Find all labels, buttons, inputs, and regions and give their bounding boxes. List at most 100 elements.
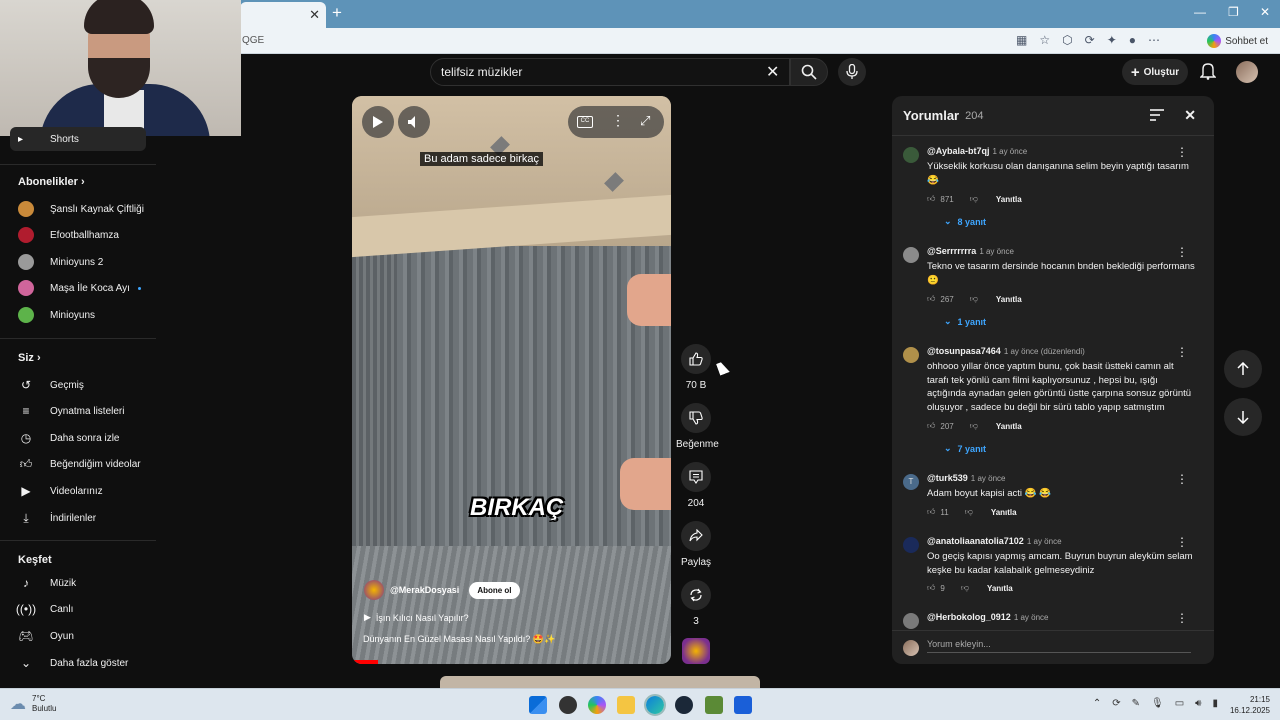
create-button[interactable]: + Oluştur: [1122, 59, 1188, 85]
comment-more-icon[interactable]: ⋮: [1176, 535, 1188, 549]
start-icon[interactable]: [529, 696, 547, 714]
next-video-button[interactable]: [1224, 398, 1262, 436]
channel-name[interactable]: @MerakDosyasi: [390, 585, 459, 595]
extension-icon[interactable]: ⬡: [1062, 33, 1072, 47]
comment-author[interactable]: @Serrrrrrra 1 ay önce: [927, 246, 1014, 256]
file-explorer-icon[interactable]: [617, 696, 635, 714]
battery-icon[interactable]: ▮: [1212, 698, 1218, 709]
comment-author[interactable]: @anatoliaanatolia7102 1 ay önce: [927, 536, 1062, 546]
sidebar-item-subscription[interactable]: Efootballhamza: [10, 222, 150, 248]
close-icon[interactable]: ✕: [1184, 107, 1196, 124]
reply-button[interactable]: Yanıtla: [996, 422, 1022, 431]
close-window-button[interactable]: ✕: [1260, 5, 1270, 19]
copilot-chat-button[interactable]: Sohbet et: [1201, 32, 1274, 50]
chevron-up-icon[interactable]: ⌃: [1093, 698, 1101, 709]
microphone-icon[interactable]: 🎙︎: [1151, 698, 1164, 709]
previous-video-button[interactable]: [1224, 350, 1262, 388]
weather-widget[interactable]: ☁ 7°C Bulutlu: [10, 694, 56, 714]
volume-icon[interactable]: 🔊︎: [1195, 698, 1201, 709]
search-button[interactable]: [790, 58, 828, 86]
add-comment-input[interactable]: Yorum ekleyin...: [927, 639, 1191, 653]
sidebar-item-playlists[interactable]: ≡ Oynatma listeleri: [10, 398, 150, 424]
sidebar-item-liked-videos[interactable]: 👍︎ Beğendiğim videolar: [10, 451, 150, 477]
remix-button[interactable]: 3: [676, 580, 716, 627]
commenter-avatar[interactable]: T: [903, 474, 919, 490]
address-bar[interactable]: QGE ▦ ☆ ⬡ ⟳ ✦ ● ⋯ Sohbet et: [240, 28, 1280, 54]
commenter-avatar[interactable]: [903, 147, 919, 163]
thumbs-down-icon[interactable]: 👎︎: [970, 421, 978, 431]
sound-link[interactable]: ▶ İşın Kılıcı Nasıl Yapılır?: [364, 612, 469, 623]
sidebar-item-shorts[interactable]: ▸ Shorts: [10, 127, 146, 151]
captions-icon[interactable]: CC: [577, 116, 593, 128]
comment-author[interactable]: @Aybala-bt7qj 1 ay önce: [927, 146, 1027, 156]
sync-icon[interactable]: ⟳: [1112, 698, 1120, 709]
thumbs-down-icon[interactable]: 👎︎: [970, 194, 978, 204]
app-icon[interactable]: [734, 696, 752, 714]
play-button[interactable]: [362, 106, 394, 138]
new-tab-button[interactable]: +: [332, 4, 342, 22]
video-progress-bar[interactable]: [352, 660, 378, 664]
view-replies-button[interactable]: ⌄ 1 yanıt: [944, 316, 986, 327]
mute-button[interactable]: [398, 106, 430, 138]
commenter-avatar[interactable]: [903, 347, 919, 363]
sidebar-item-music[interactable]: ♪ Müzik: [10, 570, 150, 596]
thumbs-down-icon[interactable]: 👎︎: [970, 294, 978, 304]
profile-icon[interactable]: ●: [1129, 33, 1136, 47]
comment-author[interactable]: @Herbokolog_0912 1 ay önce: [927, 612, 1049, 622]
share-button[interactable]: Paylaş: [676, 521, 716, 568]
thumbs-up-icon[interactable]: 👍︎: [927, 421, 935, 431]
thumbs-down-icon[interactable]: 👎︎: [965, 507, 973, 517]
steam-icon[interactable]: [675, 696, 693, 714]
comment-more-icon[interactable]: ⋮: [1176, 472, 1188, 486]
view-replies-button[interactable]: ⌄ 8 yanıt: [944, 216, 986, 227]
fullscreen-icon[interactable]: ⤢: [640, 113, 650, 129]
display-icon[interactable]: ▭: [1175, 698, 1184, 709]
collections-icon[interactable]: ✦: [1107, 33, 1117, 47]
notifications-button[interactable]: [1199, 62, 1217, 85]
sort-icon[interactable]: [1150, 109, 1164, 121]
address-text[interactable]: QGE: [242, 35, 264, 46]
view-replies-button[interactable]: ⌄ 7 yanıt: [944, 443, 986, 454]
subscribe-button[interactable]: Abone ol: [469, 581, 520, 599]
tab-close-icon[interactable]: ✕: [309, 7, 320, 23]
sidebar-item-live[interactable]: ((•)) Canlı: [10, 596, 150, 622]
sidebar-item-show-more[interactable]: ⌄ Daha fazla göster: [10, 650, 150, 676]
thumbs-up-icon[interactable]: 👍︎: [927, 583, 935, 593]
favorite-star-icon[interactable]: ☆: [1039, 33, 1050, 47]
commenter-avatar[interactable]: [903, 613, 919, 629]
search-app-icon[interactable]: [559, 696, 577, 714]
voice-search-button[interactable]: [838, 58, 866, 86]
reply-button[interactable]: Yanıtla: [996, 195, 1022, 204]
commenter-avatar[interactable]: [903, 247, 919, 263]
reply-button[interactable]: Yanıtla: [987, 584, 1013, 593]
comments-button[interactable]: 204: [676, 462, 716, 509]
sidebar-item-history[interactable]: ↺ Geçmiş: [10, 372, 150, 398]
reply-button[interactable]: Yanıtla: [996, 295, 1022, 304]
commenter-avatar[interactable]: [903, 537, 919, 553]
sidebar-item-subscription[interactable]: Şanslı Kaynak Çiftliği: [10, 196, 150, 222]
comment-more-icon[interactable]: ⋮: [1176, 611, 1188, 625]
more-options-icon[interactable]: ⋮: [611, 112, 625, 129]
copilot-taskbar-icon[interactable]: [588, 696, 606, 714]
thumbs-up-icon[interactable]: 👍︎: [927, 294, 935, 304]
like-button[interactable]: 70 B: [676, 344, 716, 391]
video-title[interactable]: Dünyanın En Güzel Masası Nasıl Yapıldı? …: [363, 634, 555, 645]
subscriptions-heading[interactable]: Abonelikler ›: [18, 176, 85, 188]
sound-avatar[interactable]: [682, 638, 710, 664]
comment-more-icon[interactable]: ⋮: [1176, 245, 1188, 259]
clock[interactable]: 21:15 16.12.2025: [1230, 694, 1270, 716]
dislike-button[interactable]: Beğenme: [676, 403, 719, 450]
search-input[interactable]: telifsiz müzikler: [430, 58, 790, 86]
comment-more-icon[interactable]: ⋮: [1176, 145, 1188, 159]
minimize-button[interactable]: —: [1194, 5, 1206, 19]
sidebar-item-watch-later[interactable]: ◷ Daha sonra izle: [10, 425, 150, 451]
reply-button[interactable]: Yanıtla: [991, 508, 1017, 517]
pen-icon[interactable]: ✎: [1132, 698, 1140, 709]
clear-search-icon[interactable]: ✕: [766, 62, 779, 82]
sidebar-item-subscription[interactable]: Maşa İle Koca Ayı: [10, 275, 150, 301]
thumbs-down-icon[interactable]: 👎︎: [961, 583, 969, 593]
shorts-video-player[interactable]: CC ⋮ ⤢ Bu adam sadece birkaç BIRKAÇ @Mer…: [352, 96, 671, 664]
refresh-icon[interactable]: ⟳: [1085, 33, 1095, 47]
minecraft-icon[interactable]: [705, 696, 723, 714]
sidebar-item-subscription[interactable]: Minioyuns: [10, 302, 150, 328]
